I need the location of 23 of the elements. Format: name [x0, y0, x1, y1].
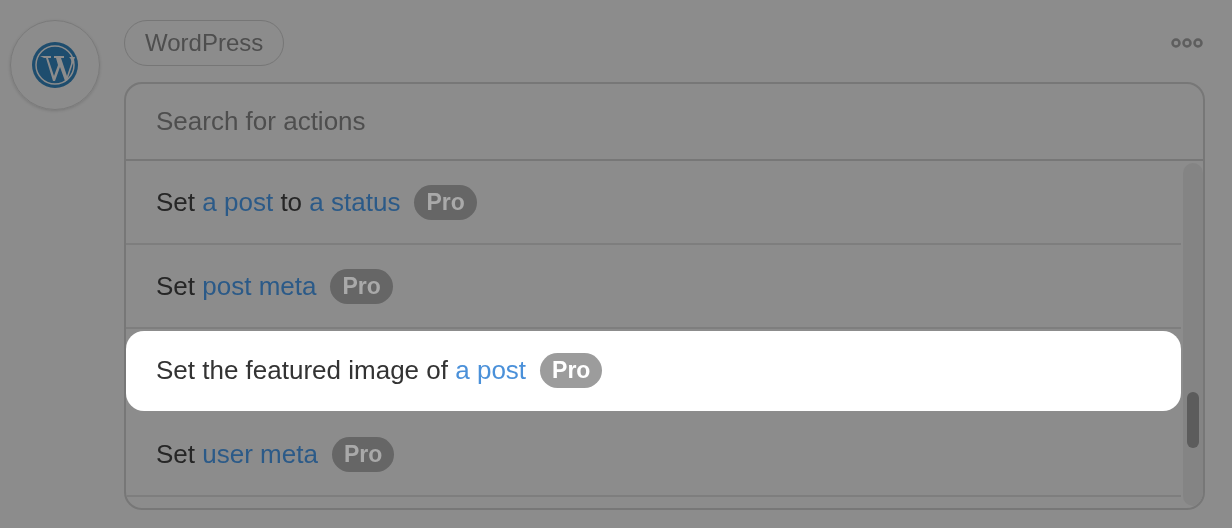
action-item[interactable]: Set post meta Pro: [126, 245, 1181, 329]
pro-badge: Pro: [414, 184, 477, 220]
action-item[interactable]: Set the featured image of a post Pro: [126, 331, 1181, 411]
link[interactable]: a post: [455, 354, 527, 386]
action-text: Set the featured image of: [156, 354, 448, 386]
action-text: Set: [156, 270, 196, 302]
pro-badge: Pro: [540, 352, 603, 388]
link[interactable]: post meta: [202, 270, 317, 302]
action-item[interactable]: Set a post to a status Pro: [126, 161, 1181, 245]
action-text: to: [280, 186, 303, 218]
action-text: Set: [156, 438, 196, 470]
link[interactable]: a status: [309, 186, 401, 218]
logo-icon: [30, 40, 80, 90]
scrollbar[interactable]: [1183, 163, 1203, 506]
search-field[interactable]: Search for actions: [126, 84, 1203, 161]
action-text: Set: [156, 186, 196, 218]
more-icon[interactable]: [1171, 38, 1203, 48]
pro-badge: Pro: [331, 436, 395, 472]
link[interactable]: a post: [202, 186, 274, 218]
link[interactable]: user meta: [202, 438, 318, 470]
scrollbar-thumb[interactable]: [1187, 392, 1199, 448]
action-item[interactable]: Set user meta Pro: [126, 413, 1181, 497]
pro-badge: Pro: [330, 268, 393, 304]
